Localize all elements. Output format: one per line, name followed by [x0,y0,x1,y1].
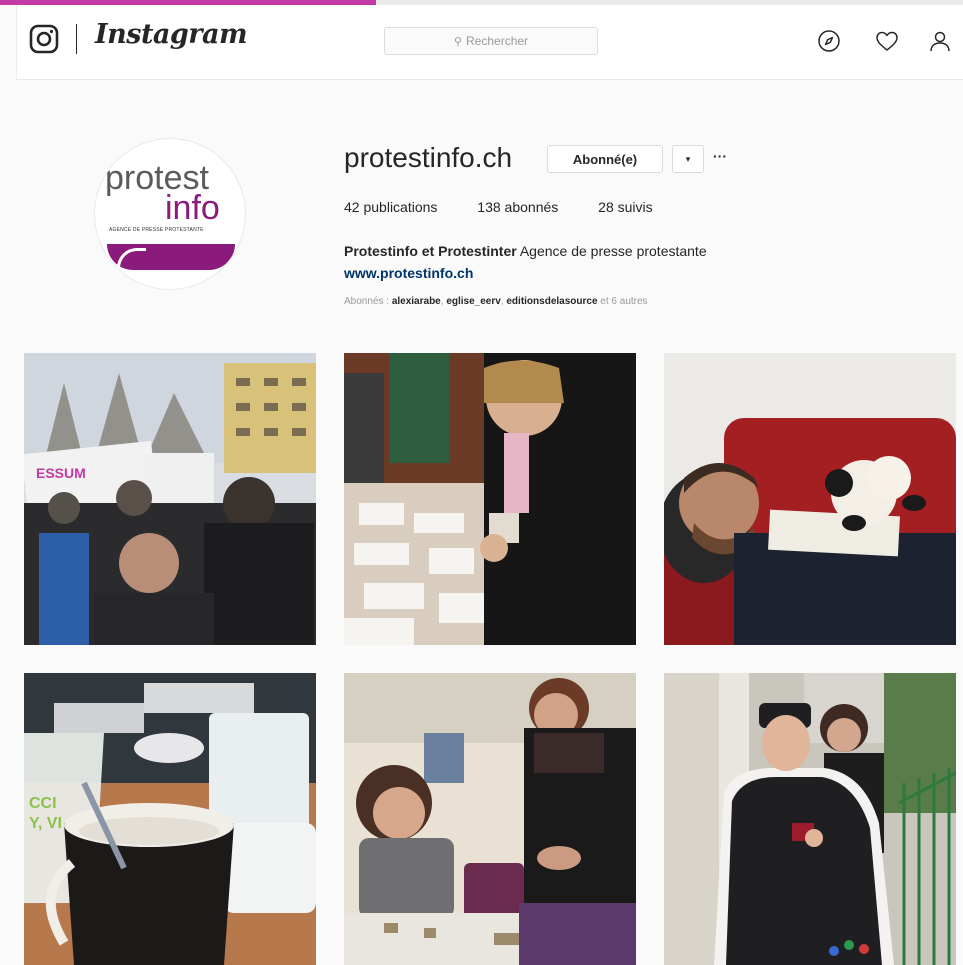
followed-by-user[interactable]: editionsdelasource [506,296,597,307]
followed-by-user[interactable]: alexiarabe [392,296,441,307]
svg-text:Y, VI: Y, VI [29,815,62,832]
instagram-wordmark[interactable]: Instagram [95,19,248,50]
avatar-logo-swoosh [107,244,235,270]
heart-icon[interactable] [875,29,899,53]
profile-bio: Protestinfo et Protestinter Agence de pr… [344,240,707,284]
search-input[interactable]: ⚲ Rechercher [384,27,598,55]
followed-by-user[interactable]: eglise_eerv [446,296,501,307]
post-thumbnail[interactable] [664,673,956,965]
suggestions-dropdown-button[interactable]: ▾ [672,145,704,173]
post-thumbnail[interactable] [664,353,956,645]
svg-text:CCI: CCI [29,795,57,812]
avatar-logo-word2: info [165,189,220,227]
person-icon[interactable] [928,29,952,53]
avatar-logo-tagline: AGENCE DE PRESSE PROTESTANTE [109,227,204,233]
post-thumbnail[interactable] [344,353,636,645]
logo-divider [76,24,77,54]
svg-text:ESSUM: ESSUM [36,465,86,481]
instagram-glyph-icon[interactable] [29,24,59,54]
profile-stats: 42 publications 138 abonnés 28 suivis [344,199,689,215]
more-options-icon[interactable]: ··· [713,148,727,164]
followers-count[interactable]: 138 abonnés [477,199,558,215]
profile-website-link[interactable]: www.protestinfo.ch [344,262,707,284]
profile-page: protest info AGENCE DE PRESSE PROTESTANT… [16,80,963,965]
following-count[interactable]: 28 suivis [598,199,652,215]
post-thumbnail[interactable]: ESSUM [24,353,316,645]
top-navigation-bar: Instagram ⚲ Rechercher [16,5,963,80]
posts-count: 42 publications [344,199,438,215]
post-thumbnail[interactable]: CCI Y, VI [24,673,316,965]
profile-avatar[interactable]: protest info AGENCE DE PRESSE PROTESTANT… [94,138,246,290]
search-placeholder: Rechercher [466,34,529,48]
profile-bio-text: Agence de presse protestante [516,243,707,259]
followed-by: Abonnés : alexiarabe, eglise_eerv, editi… [344,296,648,307]
post-thumbnail[interactable] [344,673,636,965]
search-icon: ⚲ [453,35,463,48]
profile-full-name: Protestinfo et Protestinter [344,243,517,259]
compass-icon[interactable] [817,29,841,53]
chevron-down-icon: ▾ [685,153,691,164]
profile-username: protestinfo.ch [344,142,513,173]
following-button[interactable]: Abonné(e) [547,145,663,173]
